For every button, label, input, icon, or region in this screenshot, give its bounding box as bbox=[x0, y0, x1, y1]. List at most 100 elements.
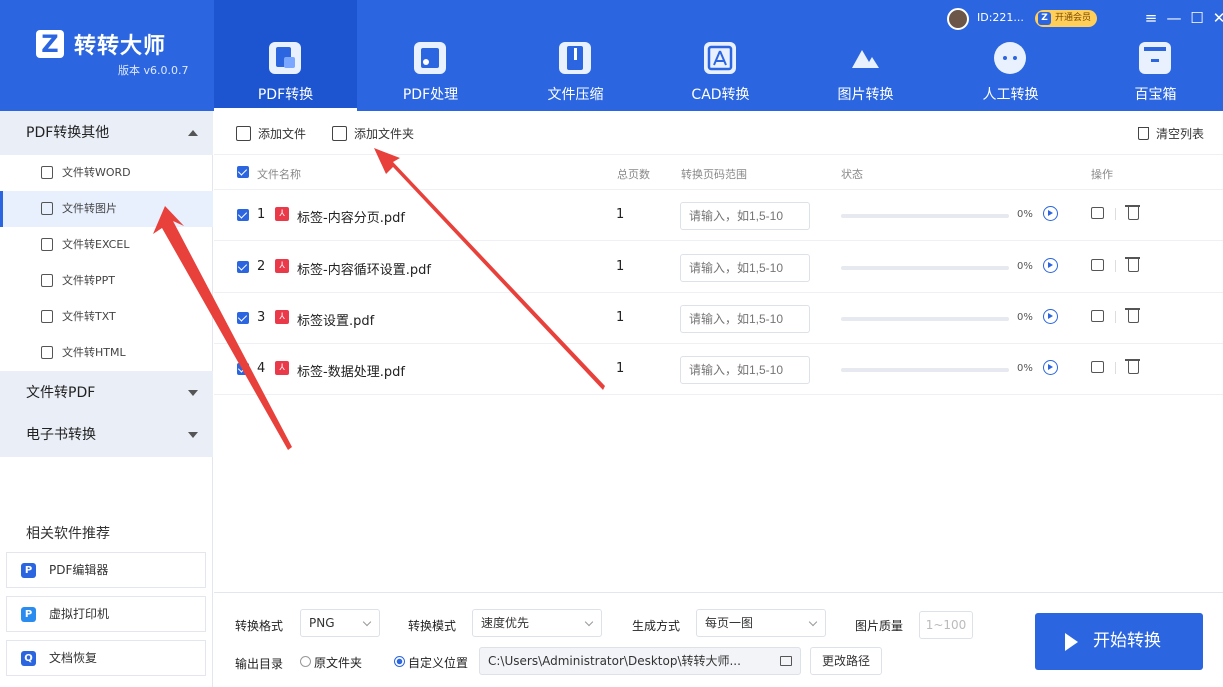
chevron-down-icon bbox=[188, 432, 198, 438]
row-checkbox[interactable] bbox=[237, 363, 249, 375]
app-logo: Z 转转大师 版本 v6.0.0.7 bbox=[36, 30, 216, 80]
sidebar-group-file-to-pdf[interactable]: 文件转PDF bbox=[0, 371, 213, 415]
sidebar-item-to-word[interactable]: 文件转WORD bbox=[0, 155, 213, 191]
open-folder-icon[interactable] bbox=[1091, 259, 1104, 271]
header-pages: 总页数 bbox=[617, 168, 650, 181]
sidebar-item-label: 文件转HTML bbox=[62, 346, 126, 359]
word-file-icon bbox=[41, 166, 53, 179]
recommend-virtual-printer[interactable]: P 虚拟打印机 bbox=[6, 596, 206, 632]
avatar[interactable] bbox=[947, 8, 969, 30]
page-count: 1 bbox=[616, 310, 625, 325]
divider bbox=[1115, 362, 1116, 374]
chat-icon bbox=[994, 42, 1026, 74]
window-controls: ID:221... Z 开通会员 ≡ — ☐ ✕ bbox=[923, 0, 1223, 36]
pdf-file-icon: ⅄ bbox=[275, 259, 289, 273]
row-checkbox[interactable] bbox=[237, 312, 249, 324]
vip-button[interactable]: Z 开通会员 bbox=[1035, 10, 1098, 27]
delete-icon[interactable] bbox=[1125, 205, 1140, 220]
progress-bar bbox=[841, 214, 1009, 218]
pdf-file-icon: ⅄ bbox=[275, 361, 289, 375]
nav-cad-convert[interactable]: CAD转换 bbox=[649, 0, 792, 111]
sidebar-item-label: 文件转PPT bbox=[62, 274, 115, 287]
output-path-field[interactable]: C:\Users\Administrator\Desktop\转转大师... bbox=[479, 647, 801, 675]
add-file-icon bbox=[236, 126, 251, 141]
divider bbox=[1115, 208, 1116, 220]
sidebar-item-to-html[interactable]: 文件转HTML bbox=[0, 335, 213, 371]
sidebar-item-to-txt[interactable]: 文件转TXT bbox=[0, 299, 213, 335]
select-all-checkbox[interactable] bbox=[237, 166, 249, 178]
play-icon[interactable] bbox=[1043, 360, 1058, 375]
play-icon[interactable] bbox=[1043, 258, 1058, 273]
recommend-pdf-editor[interactable]: P PDF编辑器 bbox=[6, 552, 206, 588]
chevron-down-icon bbox=[188, 390, 198, 396]
app-header: Z 转转大师 版本 v6.0.0.7 PDF转换 PDF处理 文件压缩 CAD转… bbox=[0, 0, 1223, 111]
nav-label: PDF处理 bbox=[402, 87, 459, 103]
add-folder-icon bbox=[332, 126, 347, 141]
custom-location-radio[interactable]: 自定义位置 bbox=[394, 654, 468, 671]
sidebar-item-to-excel[interactable]: 文件转EXCEL bbox=[0, 227, 213, 263]
mode-select[interactable]: 速度优先 bbox=[472, 609, 602, 637]
play-icon[interactable] bbox=[1043, 309, 1058, 324]
generate-label: 生成方式 bbox=[632, 619, 681, 633]
pdf-file-icon: ⅄ bbox=[275, 310, 289, 324]
table-row: 4 ⅄ 标签-数据处理.pdf 1 0% bbox=[214, 344, 1223, 395]
delete-icon[interactable] bbox=[1125, 308, 1140, 323]
quality-input[interactable]: 1~100 bbox=[919, 611, 973, 639]
sidebar-group-pdf-other[interactable]: PDF转换其他 bbox=[0, 111, 213, 155]
table-row: 1 ⅄ 标签-内容分页.pdf 1 0% bbox=[214, 190, 1223, 241]
row-checkbox[interactable] bbox=[237, 209, 249, 221]
change-path-button[interactable]: 更改路径 bbox=[810, 647, 882, 675]
pdf-process-icon bbox=[414, 42, 446, 74]
nav-label: PDF转换 bbox=[257, 87, 314, 103]
source-folder-radio[interactable]: 原文件夹 bbox=[300, 654, 362, 671]
page-range-input[interactable] bbox=[680, 305, 810, 333]
clear-list-label: 清空列表 bbox=[1156, 127, 1205, 141]
clear-list-button[interactable]: 清空列表 bbox=[1138, 125, 1204, 143]
sidebar-item-to-image[interactable]: 文件转图片 bbox=[0, 191, 213, 227]
page-count: 1 bbox=[616, 207, 625, 222]
minimize-icon[interactable]: — bbox=[1164, 8, 1184, 28]
delete-icon[interactable] bbox=[1125, 359, 1140, 374]
nav-label: 人工转换 bbox=[982, 87, 1039, 103]
zip-icon bbox=[559, 42, 591, 74]
nav-pdf-convert[interactable]: PDF转换 bbox=[214, 0, 357, 111]
maximize-icon[interactable]: ☐ bbox=[1187, 8, 1207, 28]
format-label: 转换格式 bbox=[235, 619, 284, 633]
generate-select[interactable]: 每页一图 bbox=[696, 609, 826, 637]
add-file-button[interactable]: 添加文件 bbox=[236, 125, 306, 143]
html-file-icon bbox=[41, 346, 53, 359]
page-range-input[interactable] bbox=[680, 254, 810, 282]
progress-percent: 0% bbox=[1017, 261, 1033, 272]
file-name: 标签-内容循环设置.pdf bbox=[297, 263, 431, 278]
format-select[interactable]: PNG bbox=[300, 609, 380, 637]
page-range-input[interactable] bbox=[680, 356, 810, 384]
folder-icon[interactable] bbox=[780, 656, 792, 666]
header-ops: 操作 bbox=[1091, 168, 1113, 181]
printer-icon: P bbox=[21, 607, 36, 622]
page-count: 1 bbox=[616, 259, 625, 274]
open-folder-icon[interactable] bbox=[1091, 361, 1104, 373]
menu-icon[interactable]: ≡ bbox=[1141, 8, 1161, 28]
start-convert-button[interactable]: 开始转换 bbox=[1035, 613, 1203, 670]
nav-file-compress[interactable]: 文件压缩 bbox=[504, 0, 647, 111]
row-checkbox[interactable] bbox=[237, 261, 249, 273]
page-range-input[interactable] bbox=[680, 202, 810, 230]
open-folder-icon[interactable] bbox=[1091, 310, 1104, 322]
progress-bar bbox=[841, 368, 1009, 372]
close-icon[interactable]: ✕ bbox=[1209, 8, 1223, 28]
header-range: 转换页码范围 bbox=[681, 168, 747, 181]
row-index: 3 bbox=[257, 310, 266, 325]
sidebar-item-label: 文件转EXCEL bbox=[62, 238, 130, 251]
sidebar-item-label: 文件转图片 bbox=[62, 202, 117, 215]
recommend-doc-recovery[interactable]: Q 文档恢复 bbox=[6, 640, 206, 676]
sidebar-group-ebook[interactable]: 电子书转换 bbox=[0, 413, 213, 457]
nav-pdf-process[interactable]: PDF处理 bbox=[359, 0, 502, 111]
sidebar-item-to-ppt[interactable]: 文件转PPT bbox=[0, 263, 213, 299]
add-folder-button[interactable]: 添加文件夹 bbox=[332, 125, 414, 143]
delete-icon[interactable] bbox=[1125, 257, 1140, 272]
play-icon[interactable] bbox=[1043, 206, 1058, 221]
nav-image-convert[interactable]: 图片转换 bbox=[794, 0, 937, 111]
user-id[interactable]: ID:221... bbox=[977, 11, 1024, 24]
nav-label: CAD转换 bbox=[691, 87, 750, 103]
open-folder-icon[interactable] bbox=[1091, 207, 1104, 219]
